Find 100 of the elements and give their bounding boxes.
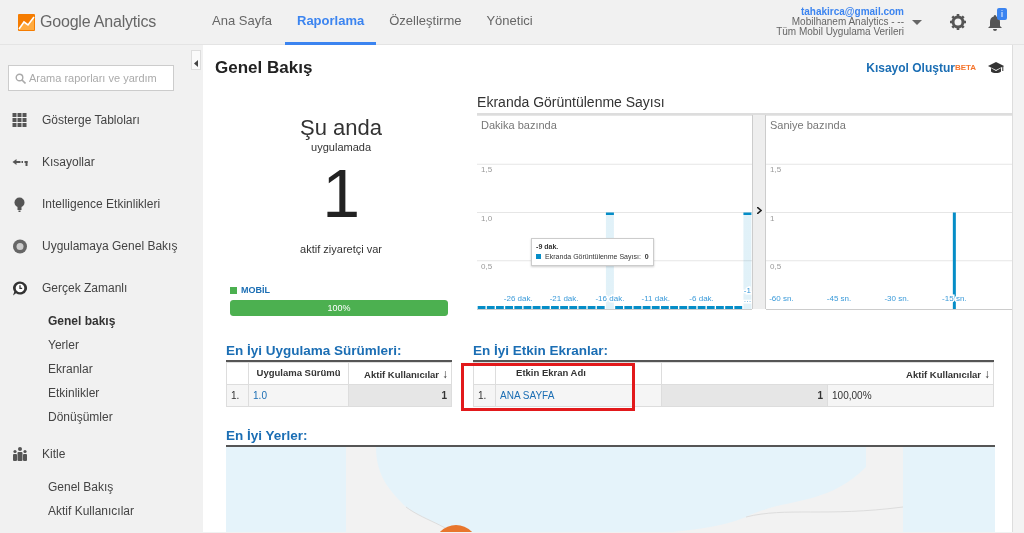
x-tick-label: -1 … xyxy=(743,285,752,304)
y-tick-label: 1,0 xyxy=(481,213,493,222)
y-tick-label: 1,5 xyxy=(770,164,782,174)
caret-icon[interactable] xyxy=(912,19,922,25)
bar[interactable] xyxy=(523,305,532,309)
bar[interactable] xyxy=(587,305,596,309)
row-index: 1. xyxy=(231,390,240,401)
logo-text: Google Analytics xyxy=(40,12,156,32)
search-field[interactable]: Arama raporları ve yardım xyxy=(8,65,174,91)
active-visitor-count: 1 xyxy=(321,159,361,227)
nav-tab[interactable]: Yönetici xyxy=(474,0,545,45)
graduation-cap-icon[interactable] xyxy=(988,61,1005,74)
sidebar-subitem[interactable]: Dönüşümler xyxy=(0,405,192,429)
nav-tab[interactable]: Ana Sayfa xyxy=(200,0,284,45)
bar[interactable] xyxy=(642,305,651,309)
x-tick-label: -21 dak. xyxy=(549,293,579,303)
logo-icon xyxy=(18,13,35,31)
table-cell: 100,00% xyxy=(832,390,872,401)
people-icon xyxy=(12,446,28,462)
sidebar-item[interactable]: Gösterge Tabloları xyxy=(0,99,192,141)
account-property[interactable]: Mobilhanem Analytics - -- xyxy=(776,17,904,27)
legend-swatch xyxy=(536,254,542,259)
realtime-heading: Şu anda xyxy=(299,116,384,139)
y-tick-label: 1 xyxy=(770,213,775,222)
bar[interactable] xyxy=(633,305,642,309)
table-cell: 1 xyxy=(817,390,824,401)
chart-title: Ekranda Görüntülenme Sayısı xyxy=(477,90,1013,115)
bar[interactable] xyxy=(477,305,486,309)
sidebar-subitem[interactable]: Genel bakış xyxy=(0,309,192,333)
bar[interactable] xyxy=(514,305,523,309)
bar[interactable] xyxy=(615,305,624,309)
sidebar-subitem[interactable]: Aktif Kullanıcılar xyxy=(0,499,192,523)
settings-icon[interactable] xyxy=(950,14,966,30)
x-tick-label: -11 dak. xyxy=(641,293,670,303)
beta-label: BETA xyxy=(954,61,977,72)
bar[interactable] xyxy=(551,305,559,309)
bar[interactable] xyxy=(624,305,633,309)
segment-label: MOBİL xyxy=(241,283,271,297)
bar[interactable] xyxy=(734,305,743,309)
bar[interactable] xyxy=(560,305,569,309)
bar[interactable] xyxy=(532,305,541,309)
y-tick-label: 0,5 xyxy=(481,261,493,271)
sidebar-item[interactable]: Kitle xyxy=(0,433,192,475)
x-tick-label: -6 dak. xyxy=(689,293,714,303)
column-header[interactable]: Aktif Kullanıcılar xyxy=(364,368,440,380)
version-link[interactable]: 1.0 xyxy=(253,390,267,401)
x-tick-label: -16 dak. xyxy=(595,293,625,303)
x-tick-label: -30 sn. xyxy=(884,293,910,303)
chart-subtitle: Saniye bazında xyxy=(770,118,846,131)
x-tick-label: -26 dak. xyxy=(503,293,533,303)
table-cell: 1 xyxy=(441,390,448,401)
sidebar-subitem[interactable]: Yerler xyxy=(0,333,192,357)
row-index: 1. xyxy=(478,390,487,401)
create-shortcut-link[interactable]: Kısayol Oluştur xyxy=(866,58,955,77)
clock-icon xyxy=(12,280,28,296)
bar[interactable] xyxy=(725,305,734,309)
sidebar-subitem[interactable]: Genel Bakış xyxy=(0,475,192,499)
bar[interactable] xyxy=(505,305,514,309)
progress-fill: 100% xyxy=(230,300,449,316)
bar[interactable] xyxy=(706,305,715,309)
sidebar-item[interactable]: Gerçek Zamanlı xyxy=(0,267,192,309)
bar[interactable] xyxy=(679,305,688,309)
bar[interactable] xyxy=(541,305,550,309)
notification-badge: i xyxy=(997,8,1007,20)
screen-name-link[interactable]: ANA SAYFA xyxy=(500,390,555,401)
bar[interactable] xyxy=(651,305,660,309)
notification-bell-icon[interactable] xyxy=(988,14,1002,31)
y-tick-label: 0,5 xyxy=(770,261,782,271)
bar[interactable] xyxy=(716,305,724,309)
sidebar-item[interactable]: Intelligence Etkinlikleri xyxy=(0,183,192,225)
bar[interactable] xyxy=(486,305,495,309)
nav-tab[interactable]: Özelleştirme xyxy=(377,0,474,45)
x-tick-label: -45 sn. xyxy=(826,293,852,303)
bar[interactable] xyxy=(670,305,679,309)
sidebar-subitem[interactable]: Etkinlikler xyxy=(0,381,192,405)
target-icon xyxy=(12,238,28,254)
sort-arrow[interactable]: ↓ xyxy=(984,366,991,381)
chart-subtitle: Dakika bazında xyxy=(481,118,557,131)
realtime-subheading: uygulamada xyxy=(310,140,373,155)
bar[interactable] xyxy=(569,305,578,309)
dashboard-grid-icon xyxy=(12,112,28,128)
realtime-caption: aktif ziyaretçi var xyxy=(299,242,384,257)
account-view[interactable]: Tüm Mobil Uygulama Verileri xyxy=(776,27,904,37)
bar[interactable] xyxy=(661,305,669,309)
sort-arrow[interactable]: ↓ xyxy=(442,366,449,381)
sidebar-item[interactable]: Uygulamaya Genel Bakış xyxy=(0,225,192,267)
search-icon xyxy=(15,73,26,84)
collapse-arrow-icon[interactable] xyxy=(194,59,199,67)
bar[interactable] xyxy=(688,305,697,309)
bar[interactable] xyxy=(578,305,587,309)
bar[interactable] xyxy=(697,305,706,309)
x-tick-label: -60 sn. xyxy=(769,293,794,303)
bar[interactable] xyxy=(952,212,956,309)
column-header[interactable]: Aktif Kullanıcılar xyxy=(906,368,982,380)
bar[interactable] xyxy=(496,305,504,309)
sidebar-subitem[interactable]: Ekranlar xyxy=(0,357,192,381)
sidebar-item[interactable]: Kısayollar xyxy=(0,141,192,183)
y-tick-label: 1,5 xyxy=(481,164,493,174)
bar[interactable] xyxy=(596,305,605,309)
page-title: Genel Bakış xyxy=(215,57,313,79)
